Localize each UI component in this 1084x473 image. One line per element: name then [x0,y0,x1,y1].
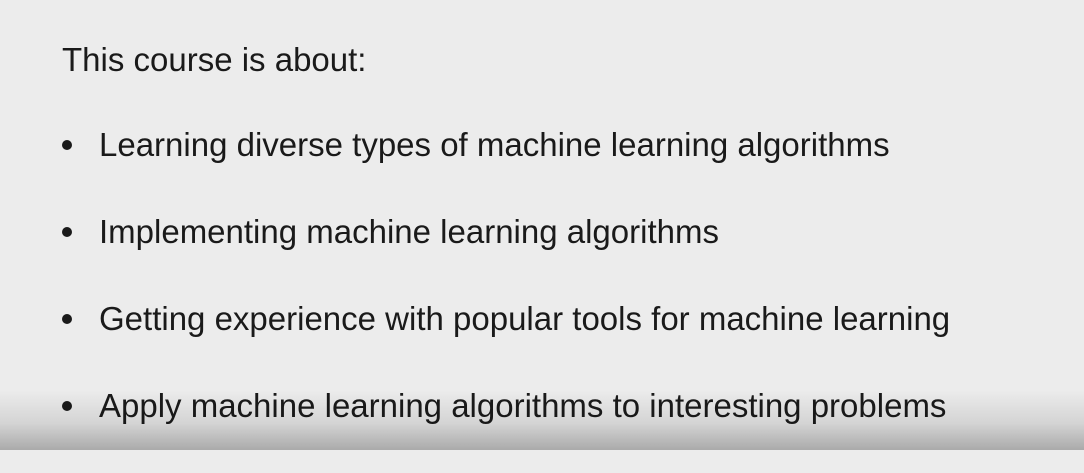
slide-intro: This course is about: [62,41,367,78]
bullet-text: Implementing machine learning algorithms [99,213,719,250]
bullet-text: Getting experience with popular tools fo… [99,300,951,337]
bullet-dot-icon [62,401,72,411]
bullet-dot-icon [62,140,72,150]
bullet-text: Learning diverse types of machine learni… [99,126,890,163]
slide: This course is about: Learning diverse t… [0,0,1084,450]
bullet-text: Apply machine learning algorithms to int… [99,387,947,424]
bullet-dot-icon [62,227,72,237]
bullet-dot-icon [62,314,72,324]
